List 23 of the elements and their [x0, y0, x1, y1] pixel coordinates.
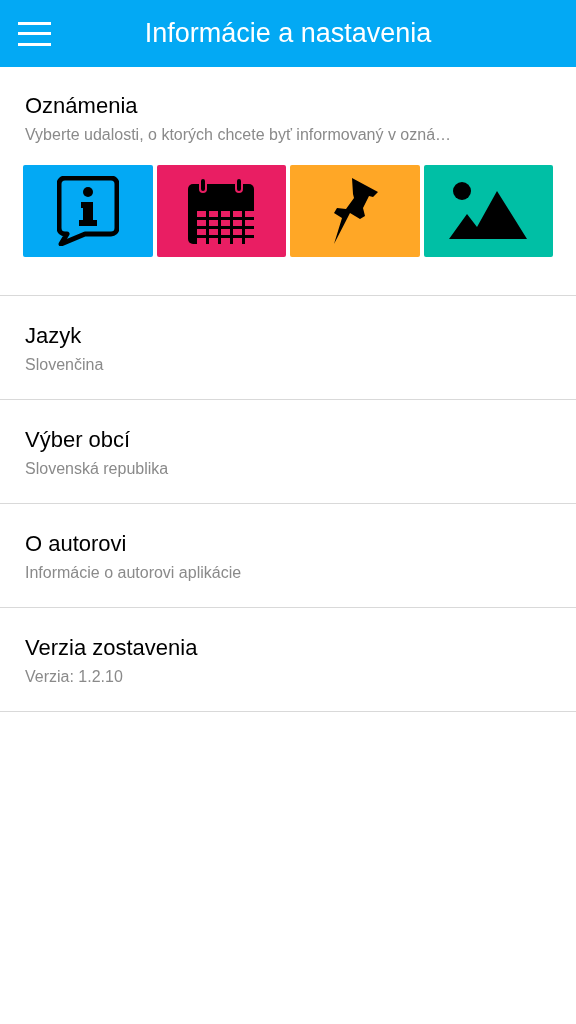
- item-subtitle: Informácie o autorovi aplikácie: [25, 563, 243, 583]
- section-subtitle: Vyberte udalosti, o ktorých chcete byť informovaný v ozná…: [24, 125, 453, 145]
- item-title: Verzia zostavenia: [25, 634, 199, 662]
- notification-tile[interactable]: [156, 165, 286, 257]
- info-bubble-icon: [56, 176, 119, 246]
- section-title: Oznámenia: [24, 92, 139, 120]
- item-subtitle: Slovenská republika: [25, 459, 170, 479]
- item-subtitle: Verzia: 1.2.10: [25, 667, 124, 687]
- item-title: O autorovi: [25, 530, 128, 558]
- notification-tile[interactable]: [423, 165, 553, 257]
- mountain-picture-icon: [449, 181, 528, 241]
- settings-item[interactable]: Výber obcí Slovenská republika: [0, 400, 576, 504]
- header-title: Informácie a nastavenia: [144, 17, 432, 51]
- settings-item[interactable]: O autorovi Informácie o autorovi aplikácie: [0, 504, 576, 608]
- calendar-icon: [188, 178, 255, 244]
- notification-tile[interactable]: [290, 165, 420, 257]
- item-title: Jazyk: [25, 322, 83, 350]
- settings-item[interactable]: Jazyk Slovenčina: [0, 296, 576, 400]
- menu-icon[interactable]: [18, 21, 51, 46]
- item-title: Výber obcí: [25, 426, 132, 454]
- item-subtitle: Slovenčina: [25, 355, 105, 375]
- notification-tile[interactable]: [23, 165, 153, 257]
- settings-item[interactable]: Verzia zostavenia Verzia: 1.2.10: [0, 608, 576, 712]
